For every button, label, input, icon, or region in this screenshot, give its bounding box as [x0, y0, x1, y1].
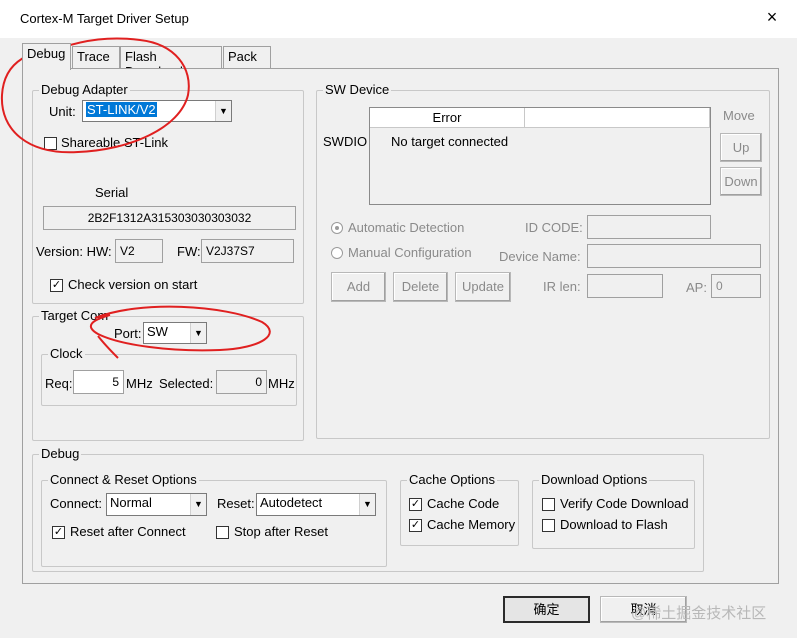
- reset-dropdown[interactable]: Autodetect ▼: [256, 493, 376, 516]
- cache-memory-checkbox[interactable]: ✓: [409, 519, 422, 532]
- sw-device-title: SW Device: [323, 82, 392, 98]
- check-version-label: Check version on start: [68, 277, 198, 292]
- version-hw-label: Version: HW:: [36, 244, 112, 259]
- ok-button[interactable]: 确定: [503, 596, 590, 623]
- clock-title: Clock: [48, 346, 85, 362]
- id-code-field[interactable]: [587, 215, 711, 239]
- unit-dropdown[interactable]: ST-LINK/V2 ▼: [82, 100, 232, 122]
- swdio-label: SWDIO: [323, 134, 368, 149]
- tab-debug[interactable]: Debug: [22, 43, 71, 70]
- chevron-down-icon: ▼: [190, 494, 206, 515]
- dialog-window: Cortex-M Target Driver Setup × Debug Tra…: [0, 0, 797, 638]
- unit-value: ST-LINK/V2: [86, 102, 157, 117]
- automatic-detection-label: Automatic Detection: [348, 220, 465, 235]
- cache-options-group: Cache Options: [400, 472, 519, 546]
- ir-len-label: IR len:: [543, 279, 581, 294]
- tab-debug-label: Debug: [27, 46, 66, 61]
- cache-code-checkbox[interactable]: ✓: [409, 498, 422, 511]
- download-options-group: Download Options: [532, 472, 695, 549]
- chevron-down-icon: ▼: [190, 323, 206, 343]
- device-name-field[interactable]: [587, 244, 761, 268]
- debug-adapter-title: Debug Adapter: [39, 82, 130, 98]
- move-label: Move: [723, 108, 755, 123]
- add-button[interactable]: Add: [331, 272, 386, 302]
- fw-version-field: V2J37S7: [201, 239, 294, 263]
- verify-code-download-label: Verify Code Download: [560, 496, 689, 511]
- debug-title: Debug: [39, 446, 82, 462]
- watermark-text: @稀土掘金技术社区: [631, 605, 767, 622]
- connect-value: Normal: [110, 495, 152, 510]
- device-name-label: Device Name:: [499, 249, 581, 264]
- req-label: Req:: [45, 376, 73, 391]
- ap-field[interactable]: 0: [711, 274, 761, 298]
- update-button[interactable]: Update: [455, 272, 511, 302]
- check-version-checkbox[interactable]: ✓: [50, 279, 63, 292]
- hw-version-field: V2: [115, 239, 163, 263]
- reset-label: Reset:: [217, 496, 255, 511]
- req-input[interactable]: 5: [73, 370, 124, 394]
- tab-trace[interactable]: Trace: [72, 46, 120, 68]
- stop-after-reset-checkbox[interactable]: [216, 526, 229, 539]
- shareable-st-link-checkbox[interactable]: [44, 137, 57, 150]
- req-unit: MHz: [126, 376, 153, 391]
- cache-memory-label: Cache Memory: [427, 517, 516, 532]
- tab-pack[interactable]: Pack: [223, 46, 271, 68]
- manual-configuration-label: Manual Configuration: [348, 245, 472, 260]
- unit-label: Unit:: [49, 104, 76, 119]
- tab-flash-download[interactable]: Flash Download: [120, 46, 222, 79]
- list-item: No target connected: [391, 134, 509, 149]
- ir-len-field[interactable]: [587, 274, 663, 298]
- manual-configuration-radio[interactable]: [331, 247, 343, 259]
- selected-label: Selected:: [159, 376, 214, 391]
- download-to-flash-checkbox[interactable]: [542, 519, 555, 532]
- tab-pack-label: Pack: [228, 49, 257, 64]
- chevron-down-icon: ▼: [359, 494, 375, 515]
- window-title: Cortex-M Target Driver Setup: [20, 11, 189, 26]
- tab-trace-label: Trace: [77, 49, 110, 64]
- stop-after-reset-label: Stop after Reset: [234, 524, 328, 539]
- serial-field: 2B2F1312A315303030303032: [43, 206, 296, 230]
- chevron-down-icon: ▼: [215, 101, 231, 121]
- cache-code-label: Cache Code: [427, 496, 500, 511]
- connect-dropdown[interactable]: Normal ▼: [106, 493, 207, 516]
- serial-label: Serial: [95, 185, 129, 200]
- fw-label: FW:: [177, 244, 201, 259]
- ap-label: AP:: [686, 280, 707, 295]
- connect-label: Connect:: [50, 496, 103, 511]
- column-header-error[interactable]: Error: [370, 108, 525, 128]
- delete-button[interactable]: Delete: [393, 272, 448, 302]
- move-down-button[interactable]: Down: [720, 167, 762, 196]
- title-bar: Cortex-M Target Driver Setup ×: [0, 0, 797, 38]
- download-to-flash-label: Download to Flash: [560, 517, 668, 532]
- close-icon[interactable]: ×: [762, 7, 782, 27]
- selected-unit: MHz: [268, 376, 295, 391]
- selected-field: 0: [216, 370, 267, 394]
- debug-adapter-group: Debug Adapter: [32, 82, 304, 304]
- port-label: Port:: [114, 326, 142, 341]
- shareable-st-link-label: Shareable ST-Link: [61, 135, 168, 150]
- port-value: SW: [147, 324, 168, 339]
- automatic-detection-radio[interactable]: [331, 222, 343, 234]
- reset-value: Autodetect: [260, 495, 323, 510]
- reset-after-connect-checkbox[interactable]: ✓: [52, 526, 65, 539]
- sw-device-list[interactable]: Error No target connected: [369, 107, 711, 205]
- move-up-button[interactable]: Up: [720, 133, 762, 162]
- port-dropdown[interactable]: SW ▼: [143, 322, 207, 344]
- column-header-empty: [525, 108, 710, 128]
- id-code-label: ID CODE:: [525, 220, 583, 235]
- verify-code-download-checkbox[interactable]: [542, 498, 555, 511]
- connect-reset-title: Connect & Reset Options: [48, 472, 199, 488]
- reset-after-connect-label: Reset after Connect: [70, 524, 186, 539]
- target-com-title: Target Com: [39, 308, 111, 324]
- cache-options-title: Cache Options: [407, 472, 497, 488]
- download-options-title: Download Options: [539, 472, 650, 488]
